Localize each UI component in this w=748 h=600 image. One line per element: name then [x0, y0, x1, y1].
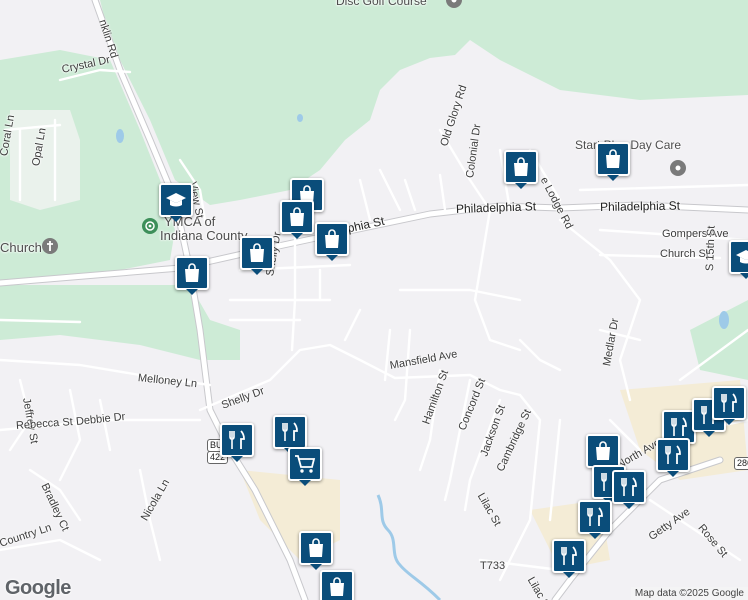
shopping-bag-icon [596, 441, 610, 460]
shopping-bag-icon [185, 263, 199, 282]
gompers-ave-label: Gompers Ave [662, 228, 729, 240]
shopping-bag-icon [290, 207, 304, 226]
route-286-shield: 286 [734, 457, 748, 470]
church-st-label: Church St [660, 248, 709, 260]
map-base-layer [0, 0, 748, 600]
park-area-ne [465, 0, 748, 100]
pond-2 [719, 311, 729, 329]
philadelphia-st-east-label: Philadelphia St [599, 198, 681, 214]
shopping-pin-2[interactable] [280, 200, 314, 239]
restaurant-icon [621, 477, 637, 496]
shopping-bag-icon [330, 577, 344, 596]
restaurant-icon [561, 546, 577, 565]
school-pin-east[interactable] [729, 240, 748, 279]
restaurant-icon [282, 422, 298, 441]
golf-course-label: Disc Golf Course [336, 0, 427, 8]
school-icon [736, 250, 748, 264]
shopping-pin-4[interactable] [240, 236, 274, 275]
shopping-pin-5[interactable] [175, 256, 209, 295]
shopping-bag-icon [309, 538, 323, 557]
shopping-bag-icon [514, 157, 528, 176]
school-pin-ymca[interactable] [159, 183, 193, 222]
pond-1 [116, 129, 124, 143]
shopping-pin-se[interactable] [586, 434, 620, 473]
school-icon [166, 193, 186, 207]
restaurant-pin-5[interactable] [712, 386, 746, 425]
restaurant-icon [665, 445, 681, 464]
restaurant-icon [721, 393, 737, 412]
restaurant-icon [229, 430, 245, 449]
shopping-pin-colonial[interactable] [504, 150, 538, 189]
restaurant-pin-6[interactable] [656, 438, 690, 477]
shopping-pin-3[interactable] [315, 222, 349, 261]
daycare-place-icon[interactable] [670, 160, 686, 176]
church-label: Church [0, 240, 42, 255]
ymca-label-line2: Indiana County [160, 228, 248, 243]
restaurant-pin-1[interactable] [220, 423, 254, 462]
google-logo: Google [5, 577, 71, 599]
restaurant-pin-2[interactable] [273, 415, 307, 454]
restaurant-icon [587, 507, 603, 526]
map-canvas[interactable]: Disc Golf Course Start Play Day Care YMC… [0, 0, 748, 600]
shopping-pin-daycare[interactable] [596, 142, 630, 181]
grocery-pin[interactable] [288, 447, 322, 486]
restaurant-pin-8[interactable] [612, 470, 646, 509]
shopping-pin-south-2[interactable] [320, 570, 354, 600]
shopping-pin-south-1[interactable] [299, 531, 333, 570]
shopping-bag-icon [325, 229, 339, 248]
s-15th-st-label: S 15th St [704, 225, 718, 272]
shopping-bag-icon [606, 149, 620, 168]
restaurant-icon [671, 417, 687, 436]
grocery-cart-icon [295, 455, 316, 473]
philadelphia-st-mid-label: Philadelphia St [455, 199, 537, 216]
shopping-bag-icon [250, 243, 264, 262]
map-attribution[interactable]: Map data ©2025 Google [630, 587, 748, 600]
restaurant-pin-10[interactable] [552, 539, 586, 578]
ymca-place-icon[interactable] [142, 218, 158, 234]
church-cross-icon[interactable] [42, 238, 58, 254]
restaurant-pin-9[interactable] [578, 500, 612, 539]
green-strip-east [690, 300, 748, 380]
creek [376, 494, 442, 600]
t733-label: T733 [480, 560, 506, 572]
